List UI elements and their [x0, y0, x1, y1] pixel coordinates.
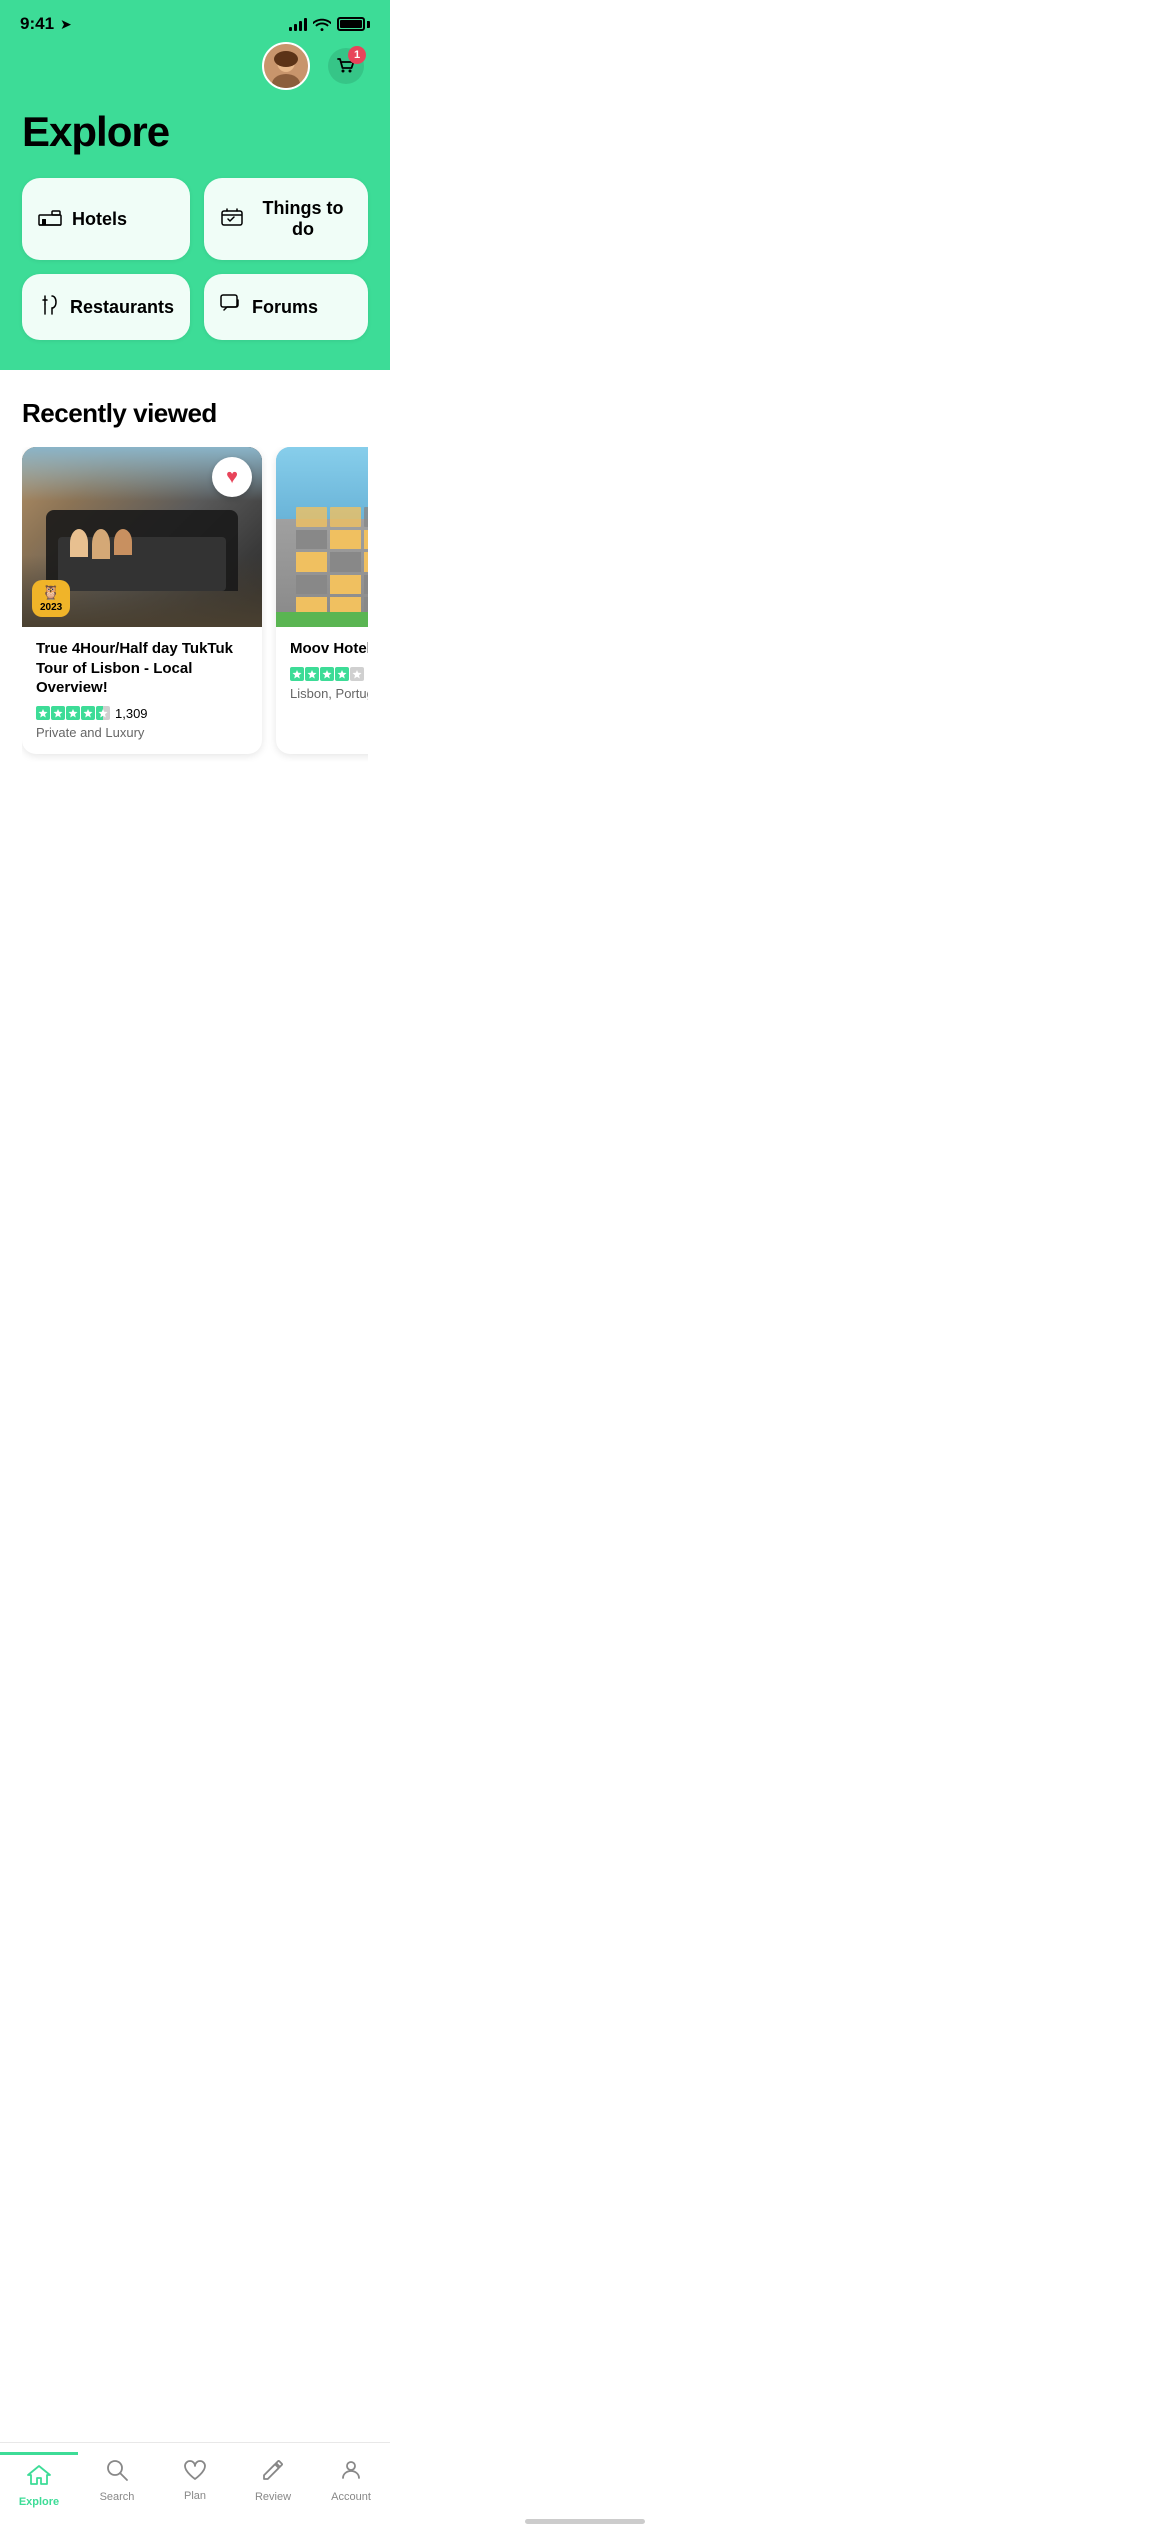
- card-hotel-title: Moov Hotel Lisb...: [290, 639, 368, 659]
- star-icons: [36, 706, 110, 720]
- card-hotel-rating: 6: [290, 667, 368, 682]
- status-time: 9:41: [20, 14, 54, 34]
- award-badge-tuk: 🦉 2023: [32, 580, 70, 617]
- restaurants-label: Restaurants: [70, 297, 174, 318]
- restaurants-icon: [38, 294, 60, 320]
- cards-row: ♥ 🦉 2023 True 4Hour/Half day TukTuk Tour…: [22, 447, 368, 762]
- hotel-star-icons: [290, 667, 364, 681]
- search-icon: [105, 2458, 129, 2487]
- card-hotel-image: [276, 447, 368, 627]
- hero-top-row: 1: [22, 42, 368, 90]
- recently-viewed-section: Recently viewed ♥: [0, 370, 390, 782]
- forums-icon: [220, 294, 242, 320]
- hotel-subtitle: Lisbon, Portugal: [290, 686, 368, 701]
- recently-viewed-title: Recently viewed: [22, 398, 368, 429]
- heart-filled-icon: ♥: [226, 466, 238, 489]
- hotels-button[interactable]: Hotels: [22, 178, 190, 260]
- things-to-do-button[interactable]: Things to do: [204, 178, 368, 260]
- card-tuk-title: True 4Hour/Half day TukTuk Tour of Lisbo…: [36, 639, 248, 698]
- hotels-icon: [38, 208, 62, 230]
- nav-review-label: Review: [255, 2491, 291, 2503]
- cart-wrapper[interactable]: 1: [324, 44, 368, 88]
- award-year: 2023: [40, 602, 62, 613]
- heart-icon: [183, 2459, 207, 2486]
- account-icon: [339, 2458, 363, 2487]
- nav-search-label: Search: [100, 2491, 135, 2503]
- category-grid: Hotels Things to do: [22, 178, 368, 340]
- hero-section: 1 Explore Hotels: [0, 42, 390, 370]
- favorite-tuk-button[interactable]: ♥: [212, 457, 252, 497]
- bottom-nav: Explore Search Plan Review: [0, 2442, 390, 2532]
- nav-search[interactable]: Search: [78, 2458, 156, 2503]
- things-to-do-label: Things to do: [254, 198, 352, 240]
- forums-button[interactable]: Forums: [204, 274, 368, 340]
- status-icons: [289, 17, 370, 31]
- nav-explore[interactable]: Explore: [0, 2452, 78, 2508]
- card-tuk-body: True 4Hour/Half day TukTuk Tour of Lisbo…: [22, 627, 262, 754]
- card-moov-hotel[interactable]: Moov Hotel Lisb...: [276, 447, 368, 754]
- forums-label: Forums: [252, 297, 318, 318]
- wifi-icon: [313, 17, 331, 31]
- nav-plan-label: Plan: [184, 2490, 206, 2502]
- restaurants-button[interactable]: Restaurants: [22, 274, 190, 340]
- tripadvisor-icon: 🦉: [42, 584, 59, 601]
- home-indicator: [525, 2519, 645, 2524]
- nav-review[interactable]: Review: [234, 2458, 312, 2503]
- status-bar: 9:41 ➤: [0, 0, 390, 42]
- tuk-review-count: 1,309: [115, 706, 148, 721]
- battery-icon: [337, 17, 370, 31]
- nav-account-label: Account: [331, 2491, 371, 2503]
- nav-account[interactable]: Account: [312, 2458, 390, 2503]
- review-icon: [261, 2458, 285, 2487]
- card-tuk-tour[interactable]: ♥ 🦉 2023 True 4Hour/Half day TukTuk Tour…: [22, 447, 262, 754]
- tuk-subtitle: Private and Luxury: [36, 725, 248, 740]
- card-hotel-body: Moov Hotel Lisb...: [276, 627, 368, 715]
- page-title: Explore: [22, 108, 368, 156]
- card-tuk-rating: 1,309: [36, 706, 248, 721]
- things-to-do-icon: [220, 207, 244, 231]
- nav-explore-label: Explore: [19, 2496, 59, 2508]
- avatar[interactable]: [262, 42, 310, 90]
- home-icon: [26, 2463, 52, 2492]
- card-tuk-image: ♥ 🦉 2023: [22, 447, 262, 627]
- location-icon: ➤: [60, 16, 72, 33]
- cart-badge: 1: [348, 46, 366, 64]
- nav-plan[interactable]: Plan: [156, 2459, 234, 2502]
- hotels-label: Hotels: [72, 209, 127, 230]
- signal-icon: [289, 17, 307, 31]
